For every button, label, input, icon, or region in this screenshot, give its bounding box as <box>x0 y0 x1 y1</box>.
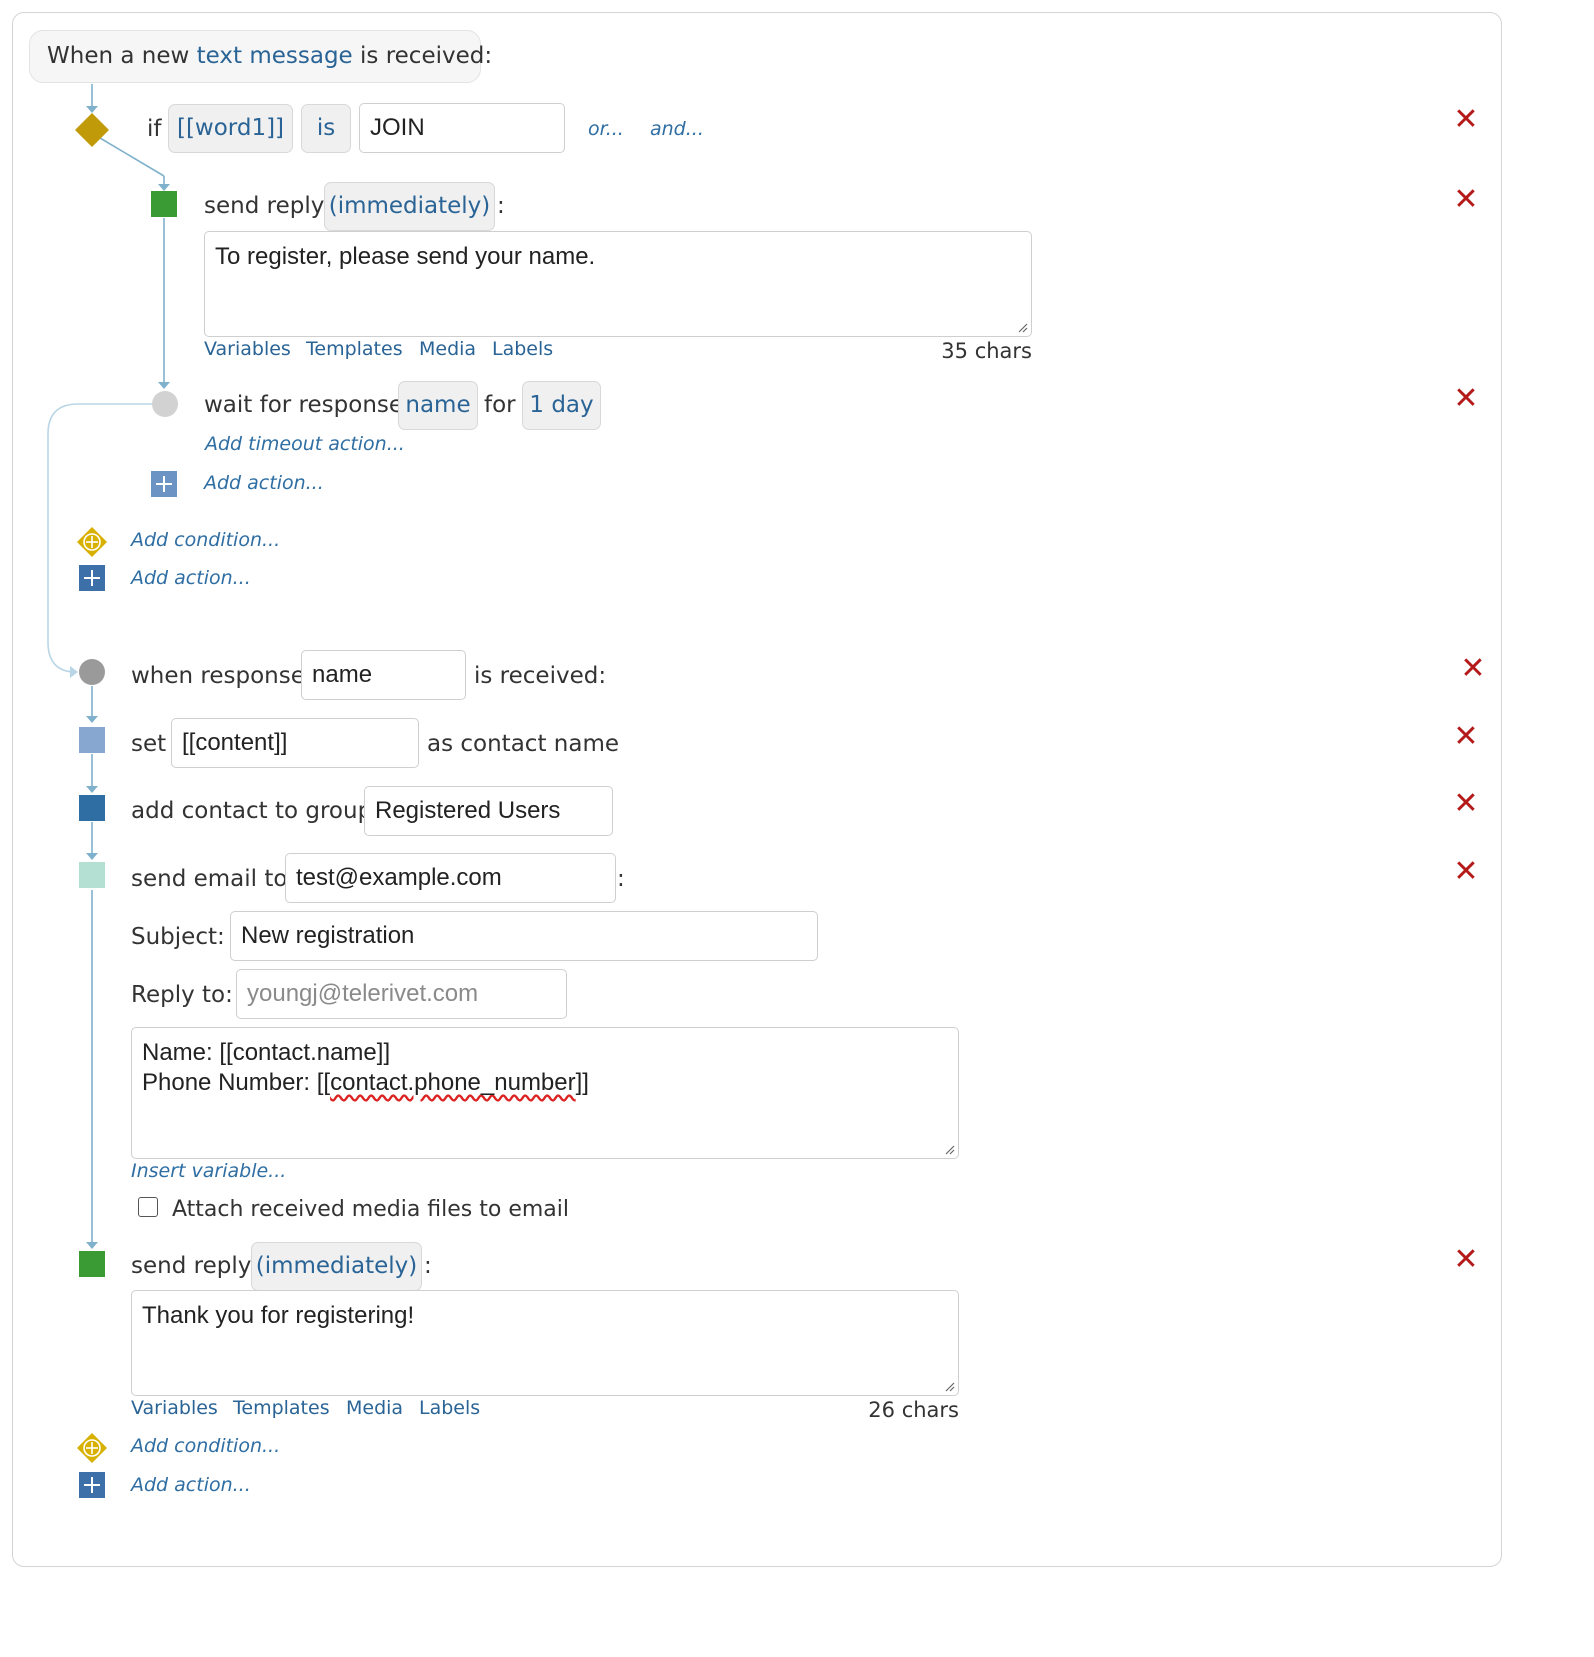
subject-label: Subject: <box>131 924 225 950</box>
trigger-header: When a new text message is received: <box>29 30 492 83</box>
condition-value-input[interactable]: JOIN <box>359 103 565 153</box>
templates-link[interactable]: Templates <box>306 338 403 360</box>
close-icon[interactable]: ✕ <box>1453 789 1479 819</box>
reply-message-textarea[interactable]: Thank you for registering! <box>131 1290 959 1396</box>
close-icon[interactable]: ✕ <box>1453 722 1479 752</box>
reply-to-input[interactable]: youngj@telerivet.com <box>236 969 567 1019</box>
is-received-label: is received: <box>474 663 607 689</box>
set-square-icon <box>79 727 105 753</box>
email-body-textarea[interactable]: Name: [[contact.name]] Phone Number: [[c… <box>131 1027 959 1159</box>
reply-timing[interactable]: (immediately) <box>251 1242 422 1291</box>
labels-link[interactable]: Labels <box>419 1397 480 1419</box>
subject-input[interactable]: New registration <box>230 911 818 961</box>
add-condition-link[interactable]: Add condition... <box>131 1435 280 1457</box>
char-count: 26 chars <box>868 1398 959 1422</box>
condition-variable[interactable]: [[word1]] <box>168 104 293 153</box>
add-action-link[interactable]: Add action... <box>131 1474 251 1496</box>
reply-message-text: Thank you for registering! <box>142 1302 415 1329</box>
condition-diamond-icon[interactable] <box>74 112 110 148</box>
send-reply-label: send reply <box>131 1253 252 1279</box>
group-square-icon <box>79 795 105 821</box>
add-timeout-action-link[interactable]: Add timeout action... <box>205 433 405 455</box>
labels-link[interactable]: Labels <box>492 338 553 360</box>
add-condition-link[interactable]: Add condition... <box>131 529 280 551</box>
wait-response-name[interactable]: name <box>398 381 478 430</box>
response-name-input[interactable]: name <box>301 650 466 700</box>
response-circle-icon <box>79 659 105 685</box>
add-action-link[interactable]: Add action... <box>131 567 251 589</box>
email-body-line1: Name: [[contact.name]] <box>142 1039 391 1066</box>
variables-link[interactable]: Variables <box>204 338 291 360</box>
add-condition-icon[interactable] <box>76 526 108 558</box>
group-input[interactable]: Registered Users <box>364 786 613 836</box>
plus-icon[interactable] <box>151 471 177 497</box>
variables-link[interactable]: Variables <box>131 1397 218 1419</box>
set-value-input[interactable]: [[content]] <box>171 718 419 768</box>
set-label: set <box>131 731 167 757</box>
email-square-icon <box>79 862 105 888</box>
reply-timing[interactable]: (immediately) <box>324 182 495 231</box>
resize-grip-icon[interactable] <box>943 1380 955 1392</box>
trigger-suffix: is received: <box>360 43 493 69</box>
resize-grip-icon[interactable] <box>1016 321 1028 333</box>
plus-icon[interactable] <box>79 1472 105 1498</box>
attach-media-checkbox[interactable] <box>138 1197 158 1217</box>
condition-operator[interactable]: is <box>301 104 351 153</box>
set-suffix: as contact name <box>427 731 619 757</box>
email-label: send email to <box>131 866 288 892</box>
reply-square-icon <box>151 191 177 217</box>
wait-duration[interactable]: 1 day <box>522 381 601 430</box>
spellcheck-word: contact.phone_number <box>330 1069 576 1096</box>
close-icon[interactable]: ✕ <box>1453 857 1479 887</box>
char-count: 35 chars <box>941 339 1032 363</box>
when-response-label: when response <box>131 663 305 689</box>
trigger-type-link[interactable]: text message <box>197 43 353 69</box>
trigger-prefix: When a new <box>47 43 190 69</box>
email-to-input[interactable]: test@example.com <box>285 853 616 903</box>
reply-square-icon <box>79 1251 105 1277</box>
close-icon[interactable]: ✕ <box>1453 384 1479 414</box>
wait-for-label: for <box>484 392 516 418</box>
wait-circle-icon <box>152 391 178 417</box>
send-reply-label: send reply <box>204 193 325 219</box>
and-link[interactable]: and... <box>650 118 704 140</box>
reply-colon: : <box>497 193 505 219</box>
reply-to-label: Reply to: <box>131 982 233 1008</box>
resize-grip-icon[interactable] <box>943 1143 955 1155</box>
inner-add-action-link[interactable]: Add action... <box>204 472 324 494</box>
media-link[interactable]: Media <box>346 1397 403 1419</box>
plus-icon[interactable] <box>79 565 105 591</box>
media-link[interactable]: Media <box>419 338 476 360</box>
email-body-line2: Phone Number: [[contact.phone_number]] <box>142 1069 589 1096</box>
wait-label: wait for response <box>204 392 404 418</box>
reply-message-textarea[interactable]: To register, please send your name. <box>204 231 1032 337</box>
reply-colon: : <box>424 1253 432 1279</box>
close-icon[interactable]: ✕ <box>1453 185 1479 215</box>
reply-message-text: To register, please send your name. <box>215 243 596 270</box>
email-body-line2-prefix: Phone Number: [[ <box>142 1069 331 1096</box>
insert-variable-link[interactable]: Insert variable... <box>131 1160 286 1182</box>
group-label: add contact to group <box>131 798 373 824</box>
templates-link[interactable]: Templates <box>233 1397 330 1419</box>
trigger-text: When a new text message is received: <box>47 43 492 69</box>
or-link[interactable]: or... <box>588 118 624 140</box>
if-label: if <box>147 116 162 142</box>
email-colon: : <box>617 866 625 892</box>
close-icon[interactable]: ✕ <box>1460 654 1486 684</box>
email-body-line2-suffix: ]] <box>575 1069 589 1096</box>
close-icon[interactable]: ✕ <box>1453 105 1479 135</box>
add-condition-icon[interactable] <box>76 1432 108 1464</box>
close-icon[interactable]: ✕ <box>1453 1245 1479 1275</box>
attach-media-label: Attach received media files to email <box>172 1197 570 1222</box>
